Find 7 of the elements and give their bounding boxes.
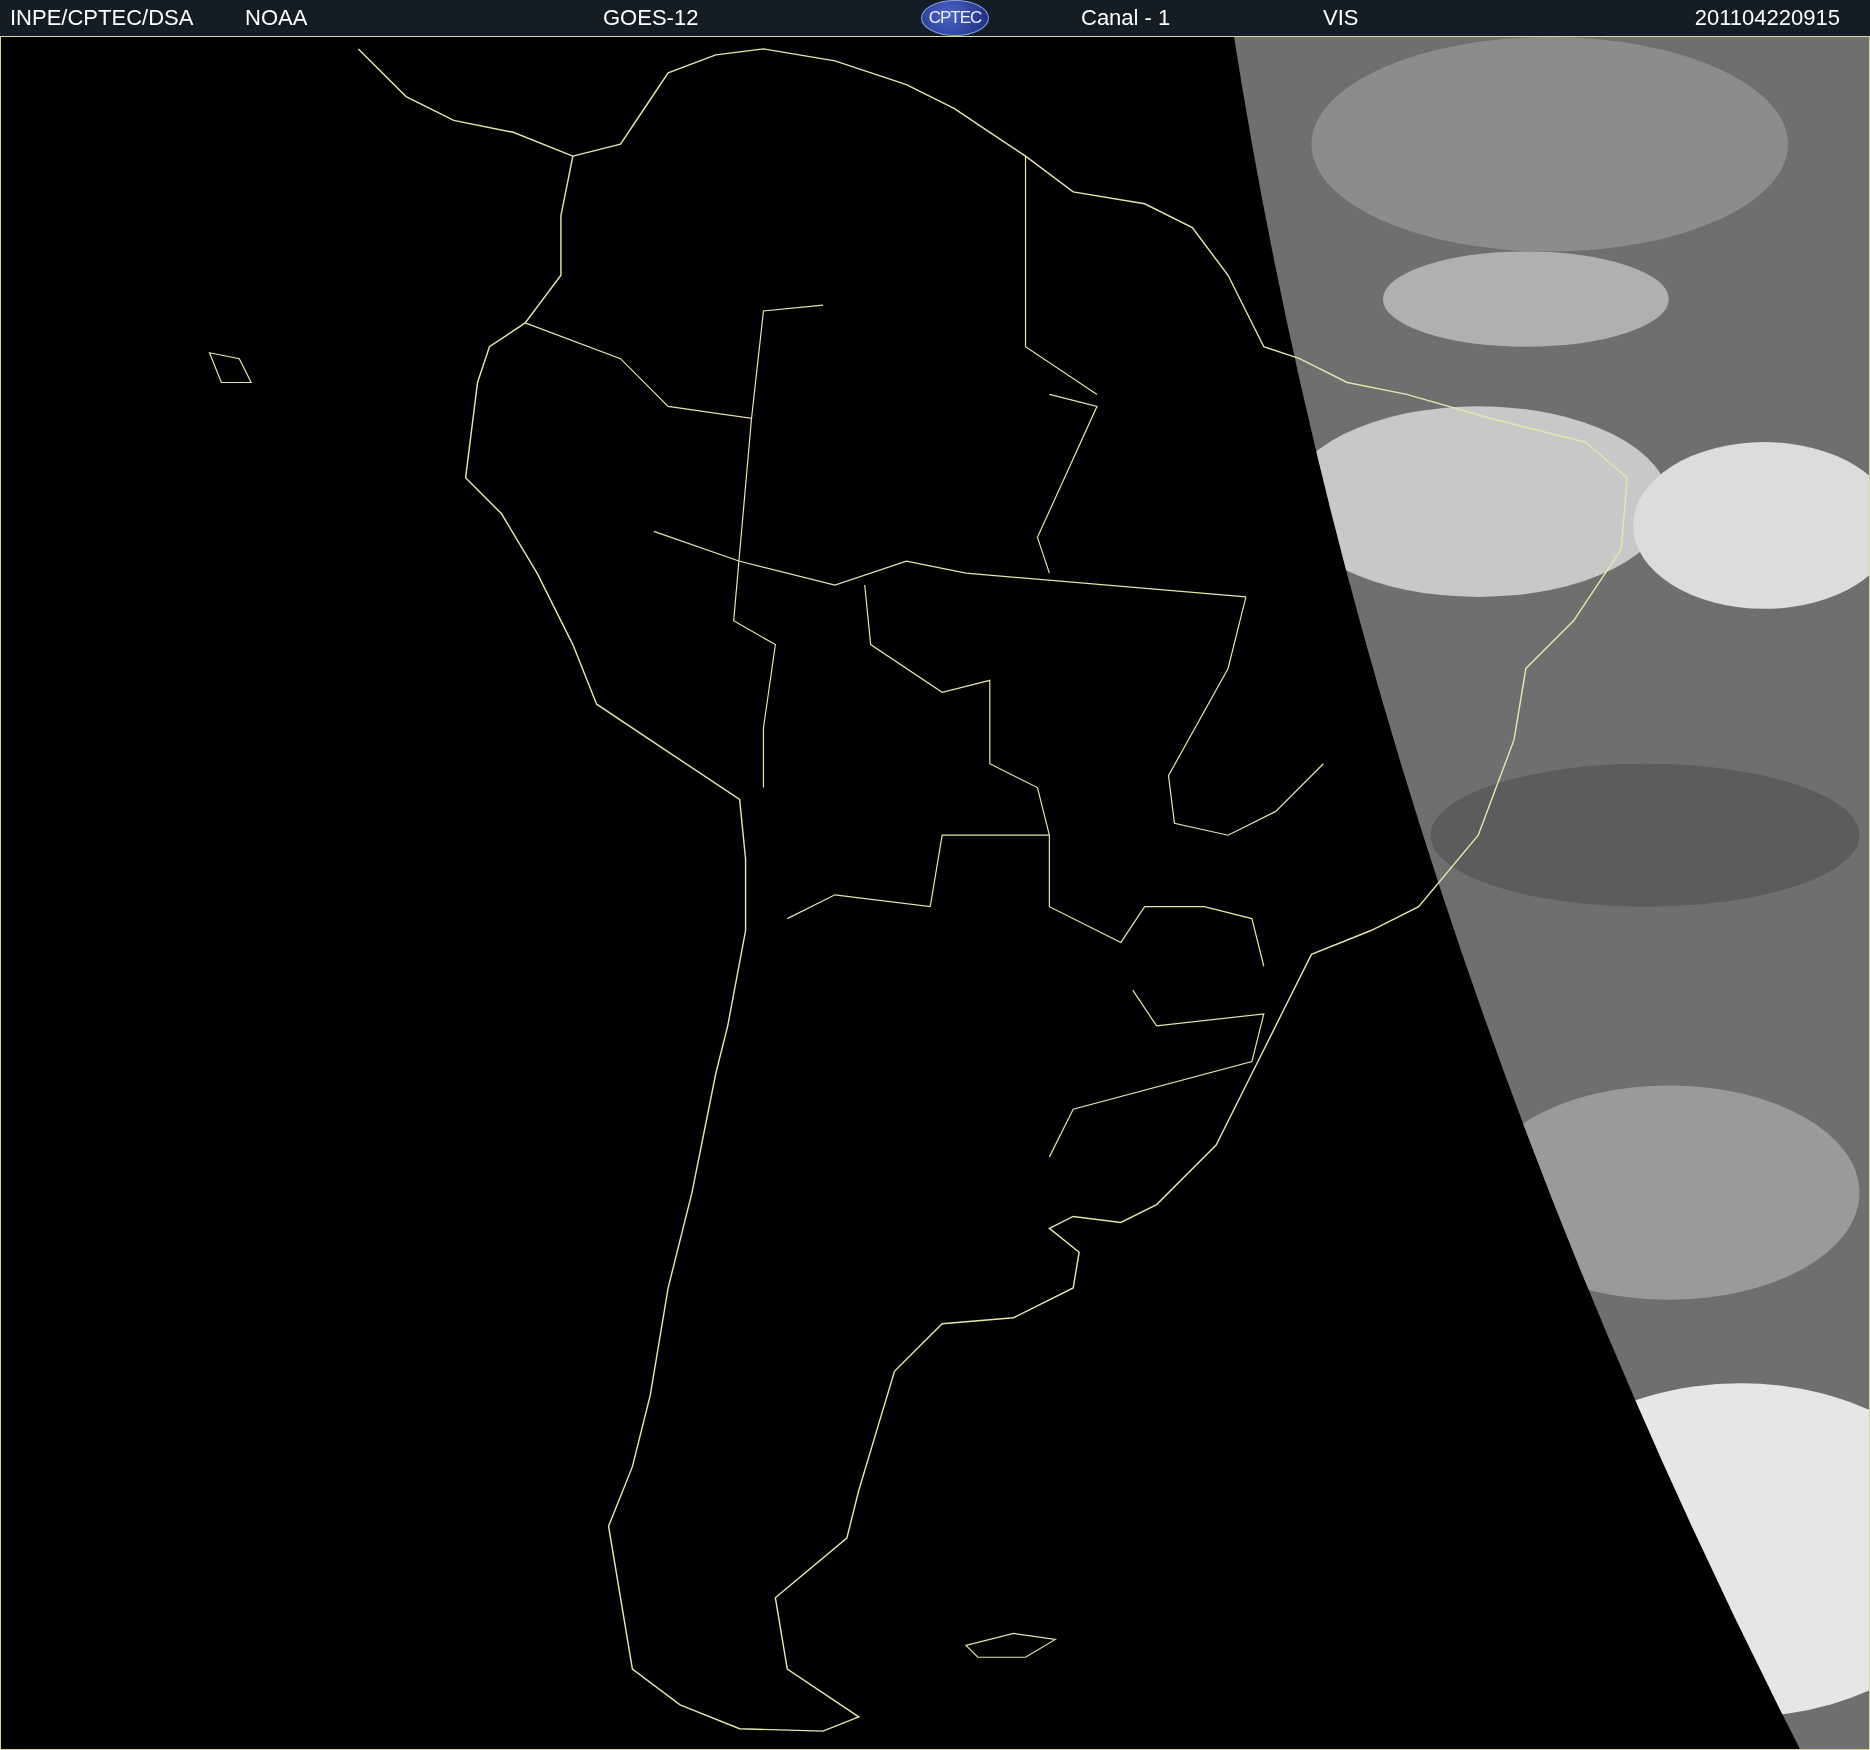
timestamp: 201104220915 (1694, 5, 1840, 31)
agency-label: NOAA (245, 5, 309, 31)
logo: CPTEC (921, 0, 989, 36)
satellite-label: GOES-12 (603, 5, 700, 31)
band-label: VIS (1323, 5, 1360, 31)
source-label: INPE/CPTEC/DSA (10, 5, 195, 31)
channel-label: Canal - 1 (1081, 5, 1172, 31)
